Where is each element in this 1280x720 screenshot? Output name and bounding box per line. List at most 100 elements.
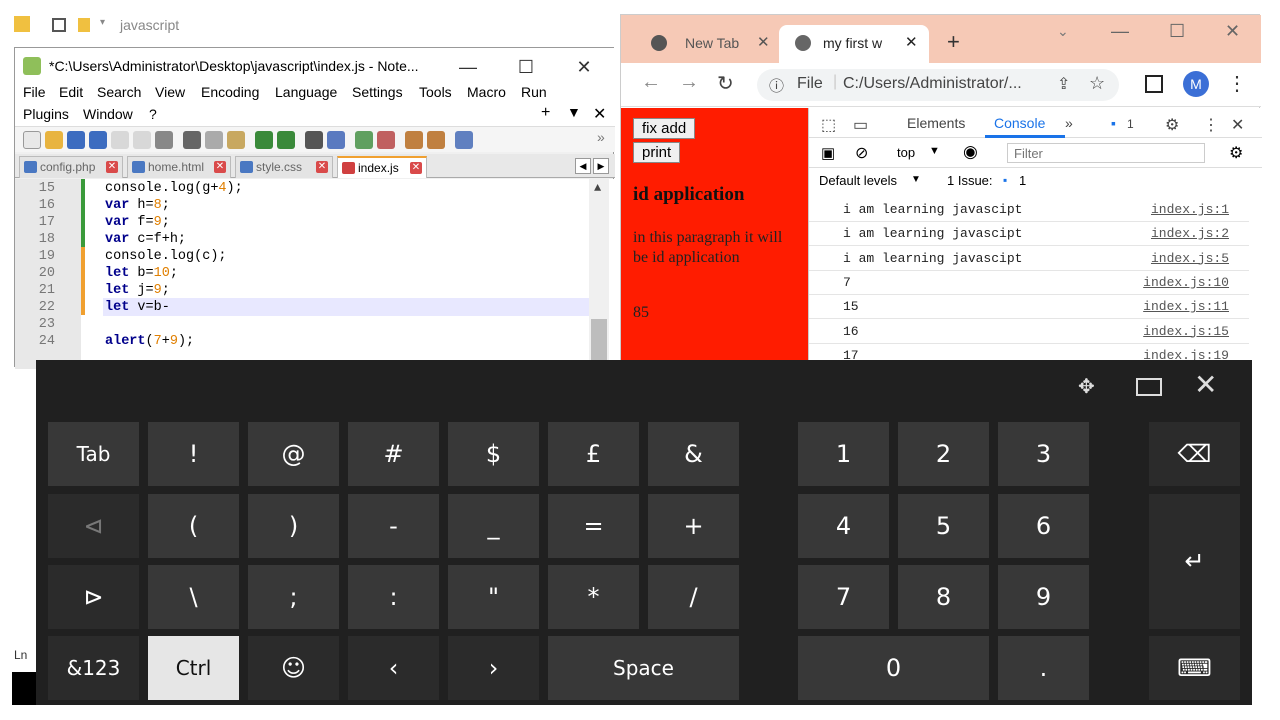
eye-icon[interactable]: ◉ — [963, 142, 978, 162]
dropdown-icon[interactable]: ▾ — [100, 17, 105, 28]
address-bar[interactable]: ⓘ File | C:/Users/Administrator/... ⇪ ☆ — [757, 69, 1119, 101]
maximize-icon[interactable]: ☐ — [1169, 21, 1185, 42]
key-3[interactable]: 3 — [998, 422, 1089, 486]
log-source-link[interactable]: index.js:2 — [1151, 226, 1229, 241]
dropdown-icon[interactable]: ▼ — [929, 145, 940, 157]
key-5[interactable]: 5 — [898, 494, 989, 558]
save-icon[interactable] — [67, 131, 85, 149]
key-underscore[interactable]: _ — [448, 494, 539, 558]
prev-icon[interactable]: ⊲ — [48, 494, 139, 558]
key-4[interactable]: 4 — [798, 494, 889, 558]
word-wrap-icon[interactable] — [427, 131, 445, 149]
print-button[interactable]: print — [633, 142, 681, 163]
log-source-link[interactable]: index.js:11 — [1143, 299, 1229, 314]
left-arrow-icon[interactable]: ‹ — [348, 636, 439, 700]
device-toolbar-icon[interactable]: ▭ — [853, 115, 868, 135]
bookmark-star-icon[interactable]: ☆ — [1089, 73, 1105, 94]
tab-config-php[interactable]: config.php ✕ — [19, 156, 123, 178]
menu-macro[interactable]: Macro — [467, 84, 506, 100]
share-icon[interactable]: ⇪ — [1057, 74, 1070, 94]
tab-new-tab[interactable]: New Tab ✕ — [629, 25, 773, 63]
key-period[interactable]: . — [998, 636, 1089, 700]
zoom-in-icon[interactable] — [355, 131, 373, 149]
minimize-icon[interactable]: — — [1111, 21, 1129, 42]
right-arrow-icon[interactable]: › — [448, 636, 539, 700]
menu-kebab-icon[interactable]: ⋮ — [1227, 71, 1247, 96]
minimize-icon[interactable]: — — [445, 54, 491, 80]
tab-elements[interactable]: Elements — [907, 115, 965, 131]
code-editor[interactable]: 15 16 17 18 19 20 21 22 23 24 console.lo… — [15, 179, 615, 369]
key-ampersand[interactable]: & — [648, 422, 739, 486]
side-panel-icon[interactable] — [1145, 75, 1163, 93]
keyboard-icon[interactable]: ⌨ — [1149, 636, 1240, 700]
close-tab-icon[interactable]: ✕ — [410, 162, 422, 174]
toolbar-overflow-icon[interactable]: » — [597, 129, 605, 145]
undo-icon[interactable] — [255, 131, 273, 149]
key-slash[interactable]: / — [648, 565, 739, 629]
next-icon[interactable]: ⊳ — [48, 565, 139, 629]
new-file-icon[interactable] — [23, 131, 41, 149]
redo-icon[interactable] — [277, 131, 295, 149]
dock-icon[interactable] — [1136, 378, 1162, 396]
log-source-link[interactable]: index.js:5 — [1151, 251, 1229, 266]
new-tab-icon[interactable]: + — [947, 29, 960, 55]
move-icon[interactable]: ✥ — [1078, 374, 1095, 399]
info-icon[interactable]: ⓘ — [769, 75, 784, 96]
close-tab-icon[interactable]: ✕ — [316, 161, 328, 173]
log-source-link[interactable]: index.js:1 — [1151, 202, 1229, 217]
zoom-out-icon[interactable] — [377, 131, 395, 149]
default-levels-dropdown[interactable]: Default levels — [819, 173, 897, 188]
sync-scroll-icon[interactable] — [405, 131, 423, 149]
add-icon[interactable]: + — [541, 104, 550, 122]
key-close-paren[interactable]: ) — [248, 494, 339, 558]
key-space[interactable]: Space — [548, 636, 739, 700]
cut-icon[interactable] — [183, 131, 201, 149]
menu-window[interactable]: Window — [83, 106, 133, 122]
close-all-icon[interactable] — [133, 131, 151, 149]
key-symbols-toggle[interactable]: &123 — [48, 636, 139, 700]
key-0[interactable]: 0 — [798, 636, 989, 700]
key-asterisk[interactable]: * — [548, 565, 639, 629]
editor-scrollbar[interactable]: ▲ — [589, 179, 609, 369]
menu-edit[interactable]: Edit — [59, 84, 83, 100]
folder-icon[interactable] — [78, 18, 90, 32]
issues-icon[interactable]: ▪ — [1111, 115, 1116, 131]
key-open-paren[interactable]: ( — [148, 494, 239, 558]
fix-add-button[interactable]: fix add — [633, 118, 696, 139]
more-tabs-icon[interactable]: » — [1065, 115, 1073, 131]
inspect-icon[interactable]: ⬚ — [821, 115, 836, 135]
key-pound[interactable]: £ — [548, 422, 639, 486]
issues-text[interactable]: 1 Issue: — [947, 173, 993, 188]
close-icon[interactable]: ✕ — [561, 54, 607, 80]
close-tab-icon[interactable]: ✕ — [905, 25, 918, 61]
key-at[interactable]: @ — [248, 422, 339, 486]
context-selector[interactable]: top — [897, 145, 915, 160]
close-tab-icon[interactable]: ✕ — [106, 161, 118, 173]
tab-my-first[interactable]: my first w ✕ — [779, 25, 929, 63]
key-1[interactable]: 1 — [798, 422, 889, 486]
key-colon[interactable]: : — [348, 565, 439, 629]
key-exclamation[interactable]: ! — [148, 422, 239, 486]
dropdown-icon[interactable]: ▼ — [567, 104, 581, 120]
tab-index-js[interactable]: index.js ✕ — [337, 156, 427, 178]
log-source-link[interactable]: index.js:15 — [1143, 324, 1229, 339]
close-tab-icon[interactable]: ✕ — [757, 25, 770, 61]
tab-search-icon[interactable]: ⌄ — [1057, 23, 1069, 40]
menu-file[interactable]: File — [23, 84, 46, 100]
clear-console-icon[interactable]: ⊘ — [855, 143, 868, 163]
tab-style-css[interactable]: style.css ✕ — [235, 156, 333, 178]
close-icon[interactable]: ✕ — [1194, 368, 1217, 401]
key-backslash[interactable]: \ — [148, 565, 239, 629]
sidebar-toggle-icon[interactable]: ▣ — [821, 144, 835, 162]
tab-scroll-right-icon[interactable]: ▶ — [593, 158, 609, 174]
key-semicolon[interactable]: ; — [248, 565, 339, 629]
menu-tools[interactable]: Tools — [419, 84, 452, 100]
key-2[interactable]: 2 — [898, 422, 989, 486]
console-filter-input[interactable] — [1007, 143, 1205, 163]
menu-encoding[interactable]: Encoding — [201, 84, 259, 100]
menu-plugins[interactable]: Plugins — [23, 106, 69, 122]
tab-console[interactable]: Console — [994, 115, 1045, 131]
settings-gear-icon[interactable]: ⚙ — [1165, 115, 1179, 135]
console-settings-icon[interactable]: ⚙ — [1229, 143, 1243, 163]
paste-icon[interactable] — [227, 131, 245, 149]
